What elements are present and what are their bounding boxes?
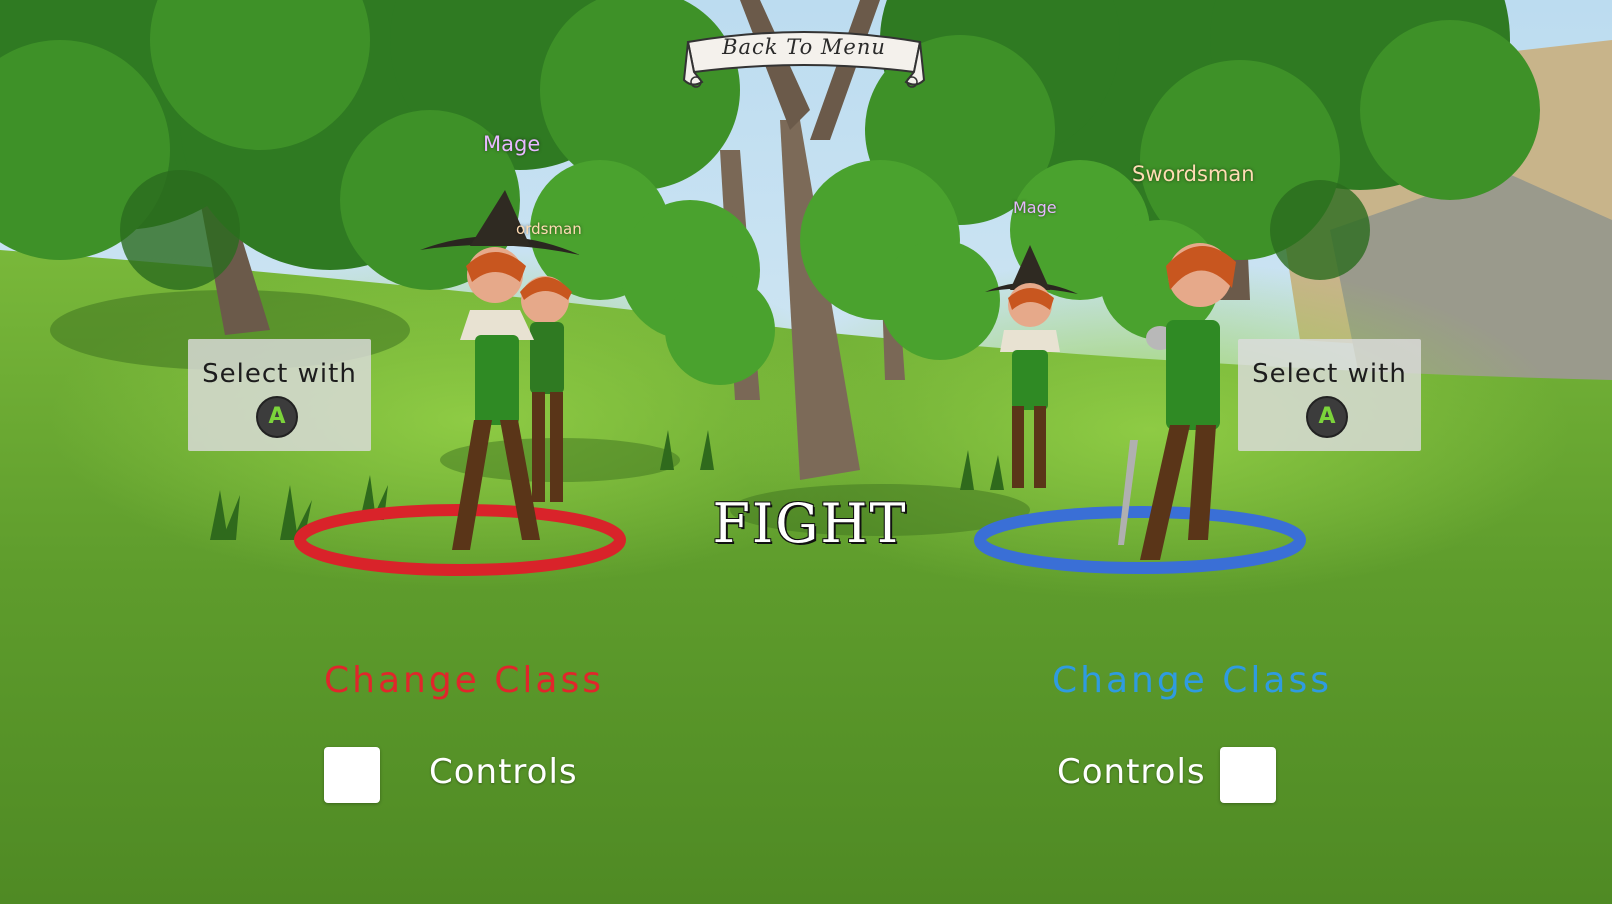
player2-select-label: Select with xyxy=(1252,359,1407,389)
player1-select-panel: Select with A xyxy=(188,339,371,451)
swordsman-name-tag-right: Swordsman xyxy=(1132,162,1255,186)
player2-controls-checkbox[interactable] xyxy=(1220,747,1276,803)
player2-controls-label: Controls xyxy=(1057,752,1206,792)
forest-scene xyxy=(0,0,1612,904)
swordsman-name-tag-left: ordsman xyxy=(516,220,582,238)
gamepad-a-button-icon: A xyxy=(256,396,298,438)
player1-select-label: Select with xyxy=(202,359,357,389)
player1-controls-checkbox[interactable] xyxy=(324,747,380,803)
player2-select-panel: Select with A xyxy=(1238,339,1421,451)
player1-controls-label: Controls xyxy=(429,752,578,792)
player2-change-class-button[interactable]: Change Class xyxy=(1052,660,1332,701)
player1-change-class-button[interactable]: Change Class xyxy=(324,660,604,701)
back-to-menu-label: Back To Menu xyxy=(722,35,886,59)
fight-button[interactable]: FIGHT xyxy=(690,492,930,564)
back-to-menu-button[interactable]: Back To Menu xyxy=(682,24,926,92)
mage-name-tag-left: Mage xyxy=(483,132,541,156)
gamepad-a-button-icon: A xyxy=(1306,396,1348,438)
mage-name-tag-right: Mage xyxy=(1013,198,1057,217)
